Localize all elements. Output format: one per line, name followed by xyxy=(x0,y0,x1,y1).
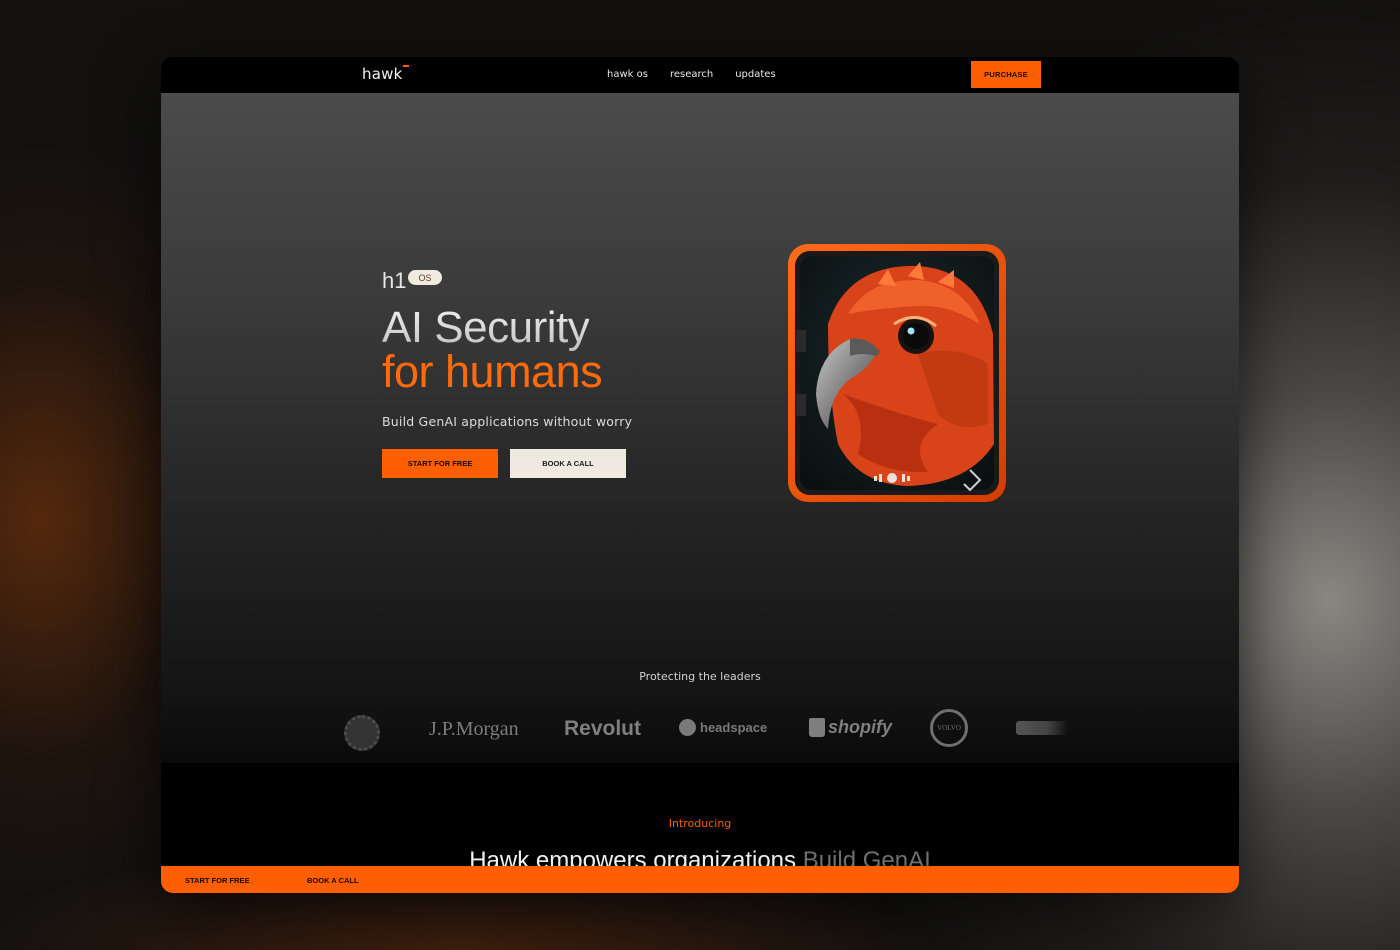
product-name: h1 xyxy=(382,268,407,293)
gear-logo-icon xyxy=(344,715,380,751)
client-logos: J.P.Morgan Revolut headspace shopify VOL… xyxy=(161,705,1239,755)
nav-links: hawk os research updates xyxy=(607,69,776,80)
sticky-cta-bar: START FOR FREE BOOK A CALL xyxy=(161,866,1239,893)
start-for-free-button[interactable]: START FOR FREE xyxy=(382,449,498,478)
hero-headline-line2: for humans xyxy=(382,346,603,397)
nav-link-updates[interactable]: updates xyxy=(735,69,775,80)
nav-link-hawk-os[interactable]: hawk os xyxy=(607,69,648,80)
os-badge: OS xyxy=(408,270,442,285)
purchase-button[interactable]: PURCHASE xyxy=(971,61,1041,88)
jpmorgan-logo: J.P.Morgan xyxy=(429,718,519,740)
introducing-eyebrow: Introducing xyxy=(668,817,732,830)
volvo-text: VOLVO xyxy=(937,724,961,732)
hero-section: h1 OS AI Security for humans Build GenAI… xyxy=(161,93,1239,763)
logo-text: hawk xyxy=(362,65,403,83)
book-a-call-button[interactable]: BOOK A CALL xyxy=(510,449,626,478)
hawk-card-image xyxy=(788,244,1006,502)
browser-window: hawk hawk os research updates PURCHASE h… xyxy=(161,57,1239,893)
revolut-logo: Revolut xyxy=(564,717,642,740)
bottom-book-a-call-link[interactable]: BOOK A CALL xyxy=(307,876,359,885)
partial-logo-icon xyxy=(1016,721,1068,735)
hawk-logo[interactable]: hawk xyxy=(362,65,410,83)
shopify-logo: shopify xyxy=(809,717,892,738)
headspace-dot-icon xyxy=(679,719,696,736)
bottom-start-for-free-link[interactable]: START FOR FREE xyxy=(185,876,249,885)
leaders-heading: Protecting the leaders xyxy=(639,670,761,683)
headspace-text: headspace xyxy=(700,720,768,735)
volvo-logo: VOLVO xyxy=(930,709,968,747)
logo-mark-icon xyxy=(403,65,410,67)
shopify-text: shopify xyxy=(828,717,893,737)
shopify-bag-icon xyxy=(809,718,825,737)
nav-link-research[interactable]: research xyxy=(670,69,713,80)
top-nav: hawk hawk os research updates PURCHASE xyxy=(161,57,1239,93)
headspace-logo: headspace xyxy=(679,719,767,736)
hero-subline: Build GenAI applications without worry xyxy=(382,414,633,429)
